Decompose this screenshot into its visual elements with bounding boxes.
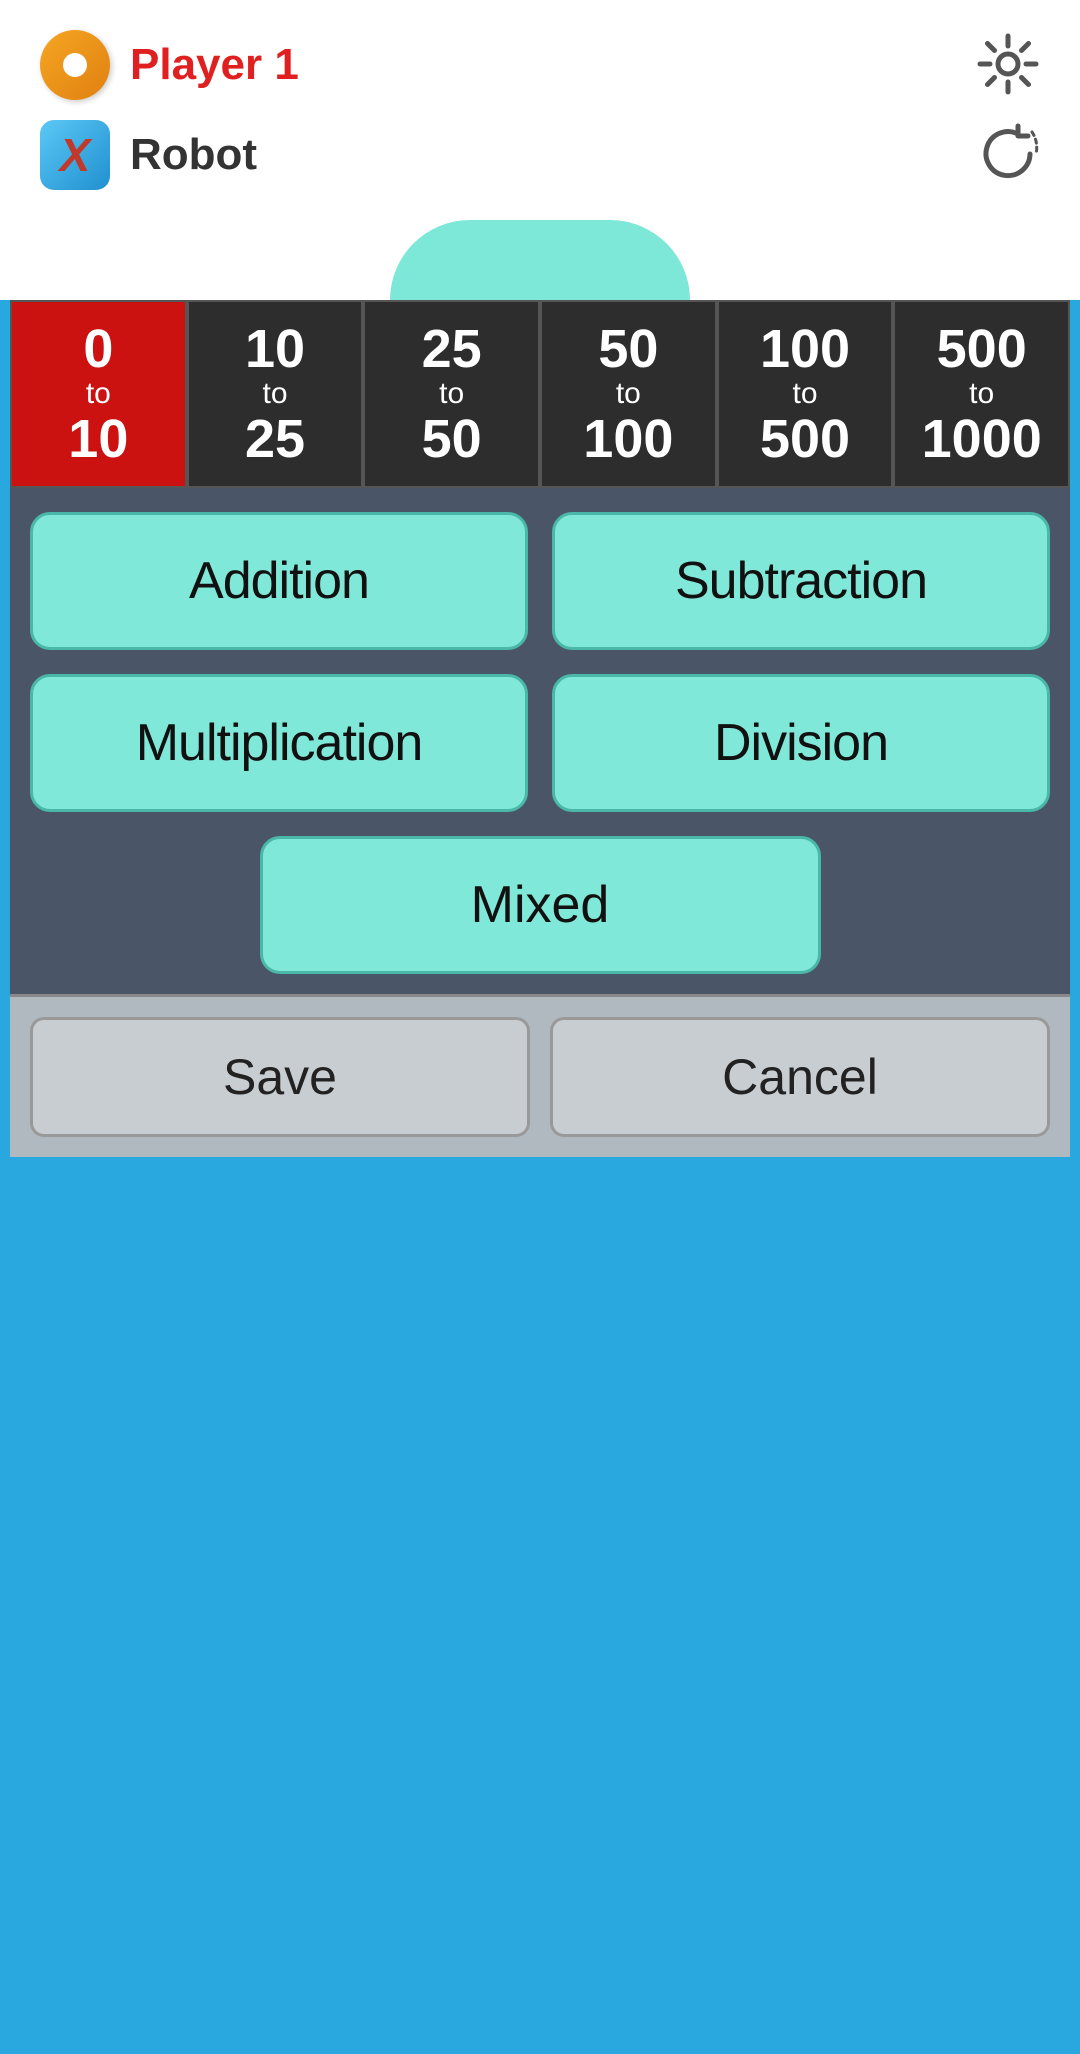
mixed-row: Mixed	[10, 836, 1070, 994]
refresh-button[interactable]	[976, 122, 1040, 189]
main-panel-wrapper: 0 to 10 10 to 25 25 to 50 50 to 100 100 …	[10, 300, 1070, 1157]
player1-avatar-inner	[63, 53, 87, 77]
range-mid-4: to	[793, 376, 818, 412]
range-mid-1: to	[262, 376, 287, 412]
range-bot-5: 1000	[922, 412, 1042, 466]
range-mid-5: to	[969, 376, 994, 412]
refresh-icon	[976, 122, 1040, 186]
cancel-button[interactable]: Cancel	[550, 1017, 1050, 1137]
player1-name: Player 1	[130, 40, 299, 90]
action-bar: Save Cancel	[10, 994, 1070, 1157]
range-top-0: 0	[83, 322, 113, 376]
main-panel: 0 to 10 10 to 25 25 to 50 50 to 100 100 …	[10, 300, 1070, 1157]
range-bot-0: 10	[68, 412, 128, 466]
op-btn-multiplication[interactable]: Multiplication	[30, 674, 528, 812]
arc-bump	[390, 220, 690, 300]
range-btn-2[interactable]: 25 to 50	[363, 300, 540, 488]
range-mid-2: to	[439, 376, 464, 412]
player1-row: Player 1	[40, 30, 1040, 100]
player1-info: Player 1	[40, 30, 299, 100]
player1-avatar	[40, 30, 110, 100]
arc-container	[0, 220, 1080, 300]
range-top-2: 25	[422, 322, 482, 376]
range-top-3: 50	[598, 322, 658, 376]
range-btn-4[interactable]: 100 to 500	[717, 300, 894, 488]
range-bot-4: 500	[760, 412, 850, 466]
range-btn-1[interactable]: 10 to 25	[187, 300, 364, 488]
player2-row: X Robot	[40, 120, 1040, 190]
range-top-4: 100	[760, 322, 850, 376]
range-bot-3: 100	[583, 412, 673, 466]
range-bot-1: 25	[245, 412, 305, 466]
player2-avatar: X	[40, 120, 110, 190]
op-btn-subtraction[interactable]: Subtraction	[552, 512, 1050, 650]
player2-info: X Robot	[40, 120, 257, 190]
player2-name: Robot	[130, 130, 257, 180]
settings-button[interactable]	[976, 32, 1040, 99]
gear-icon	[976, 32, 1040, 96]
range-btn-3[interactable]: 50 to 100	[540, 300, 717, 488]
mixed-button[interactable]: Mixed	[260, 836, 821, 974]
save-button[interactable]: Save	[30, 1017, 530, 1137]
op-btn-division[interactable]: Division	[552, 674, 1050, 812]
range-mid-0: to	[86, 376, 111, 412]
top-area: Player 1 X Robot	[0, 0, 1080, 220]
range-top-5: 500	[937, 322, 1027, 376]
range-bot-2: 50	[422, 412, 482, 466]
range-btn-0[interactable]: 0 to 10	[10, 300, 187, 488]
range-mid-3: to	[616, 376, 641, 412]
operations-grid: AdditionSubtractionMultiplicationDivisio…	[10, 488, 1070, 836]
range-top-1: 10	[245, 322, 305, 376]
bottom-area	[10, 1157, 1070, 1907]
range-selector: 0 to 10 10 to 25 25 to 50 50 to 100 100 …	[10, 300, 1070, 488]
op-btn-addition[interactable]: Addition	[30, 512, 528, 650]
range-btn-5[interactable]: 500 to 1000	[893, 300, 1070, 488]
